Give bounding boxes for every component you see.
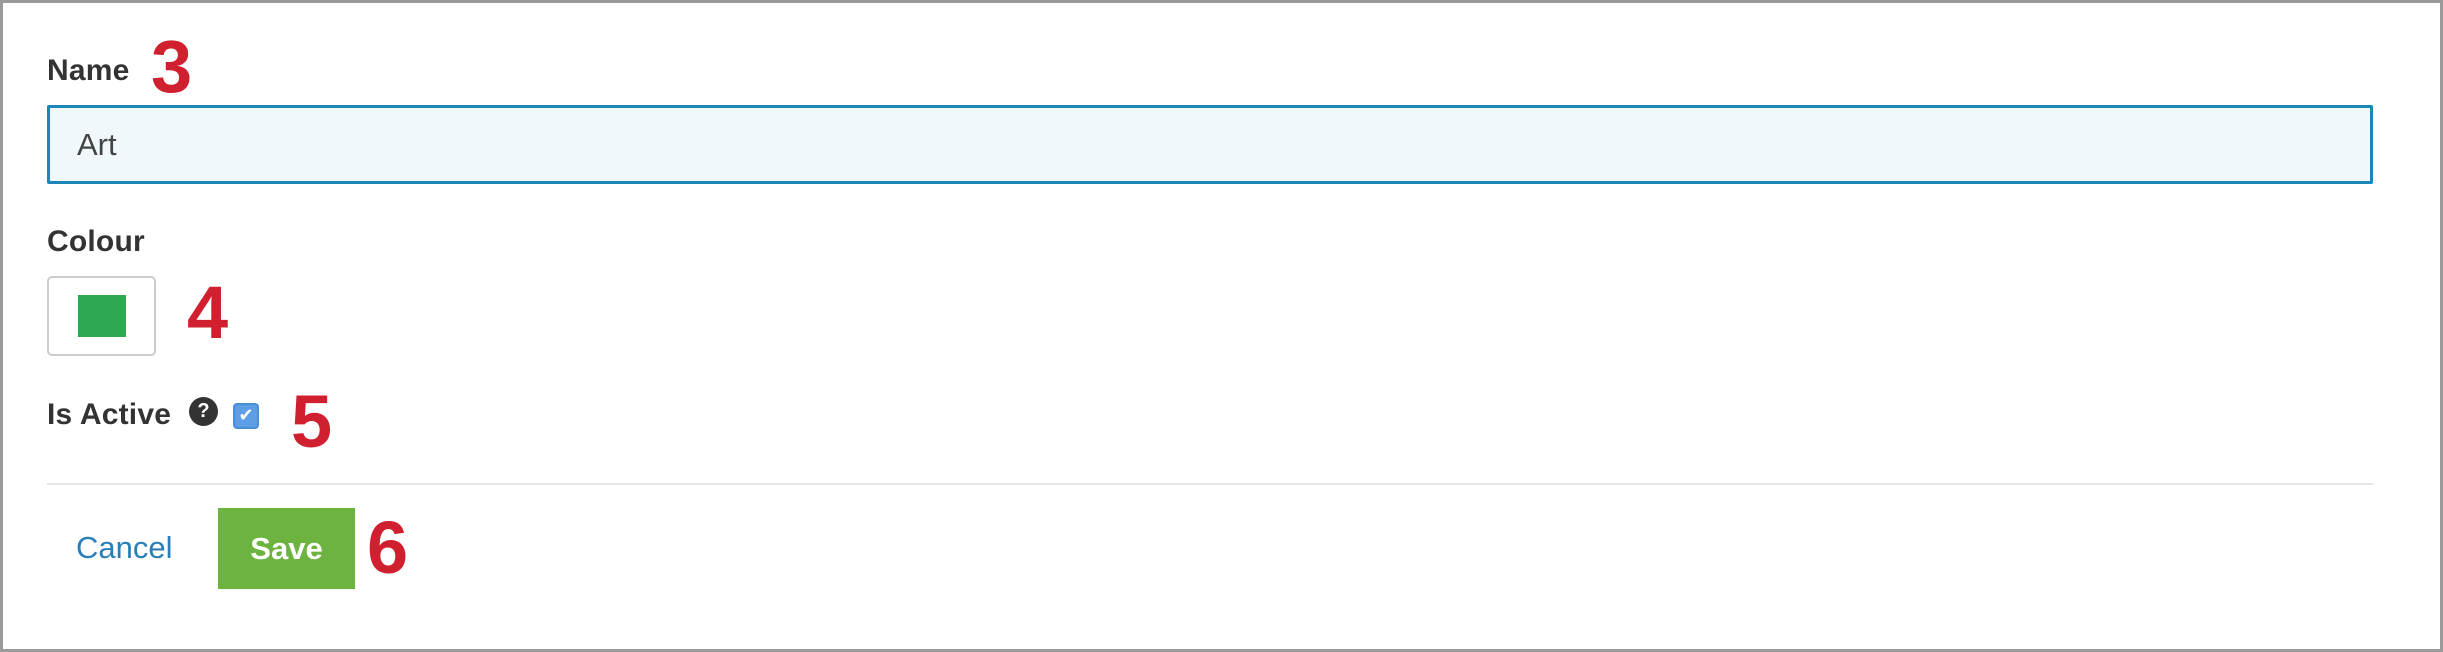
form-panel: Name 3 Colour 4 Is Active ? ✔ 5 Cancel S… (0, 0, 2443, 652)
name-input[interactable] (47, 105, 2373, 184)
save-button[interactable]: Save (218, 508, 355, 589)
annotation-marker-6: 6 (367, 506, 409, 589)
annotation-marker-3: 3 (151, 25, 193, 108)
colour-picker-button[interactable] (47, 276, 156, 356)
question-circle-icon[interactable]: ? (189, 397, 218, 426)
checkmark-icon: ✔ (238, 405, 254, 426)
cancel-link[interactable]: Cancel (76, 530, 173, 566)
is-active-checkbox[interactable]: ✔ (233, 403, 259, 429)
colour-label: Colour (47, 225, 145, 258)
colour-swatch (77, 295, 126, 337)
annotation-marker-4: 4 (187, 271, 229, 354)
form-divider (47, 483, 2373, 485)
name-label: Name (47, 54, 130, 87)
annotation-marker-5: 5 (291, 380, 333, 463)
is-active-label: Is Active (47, 398, 172, 431)
